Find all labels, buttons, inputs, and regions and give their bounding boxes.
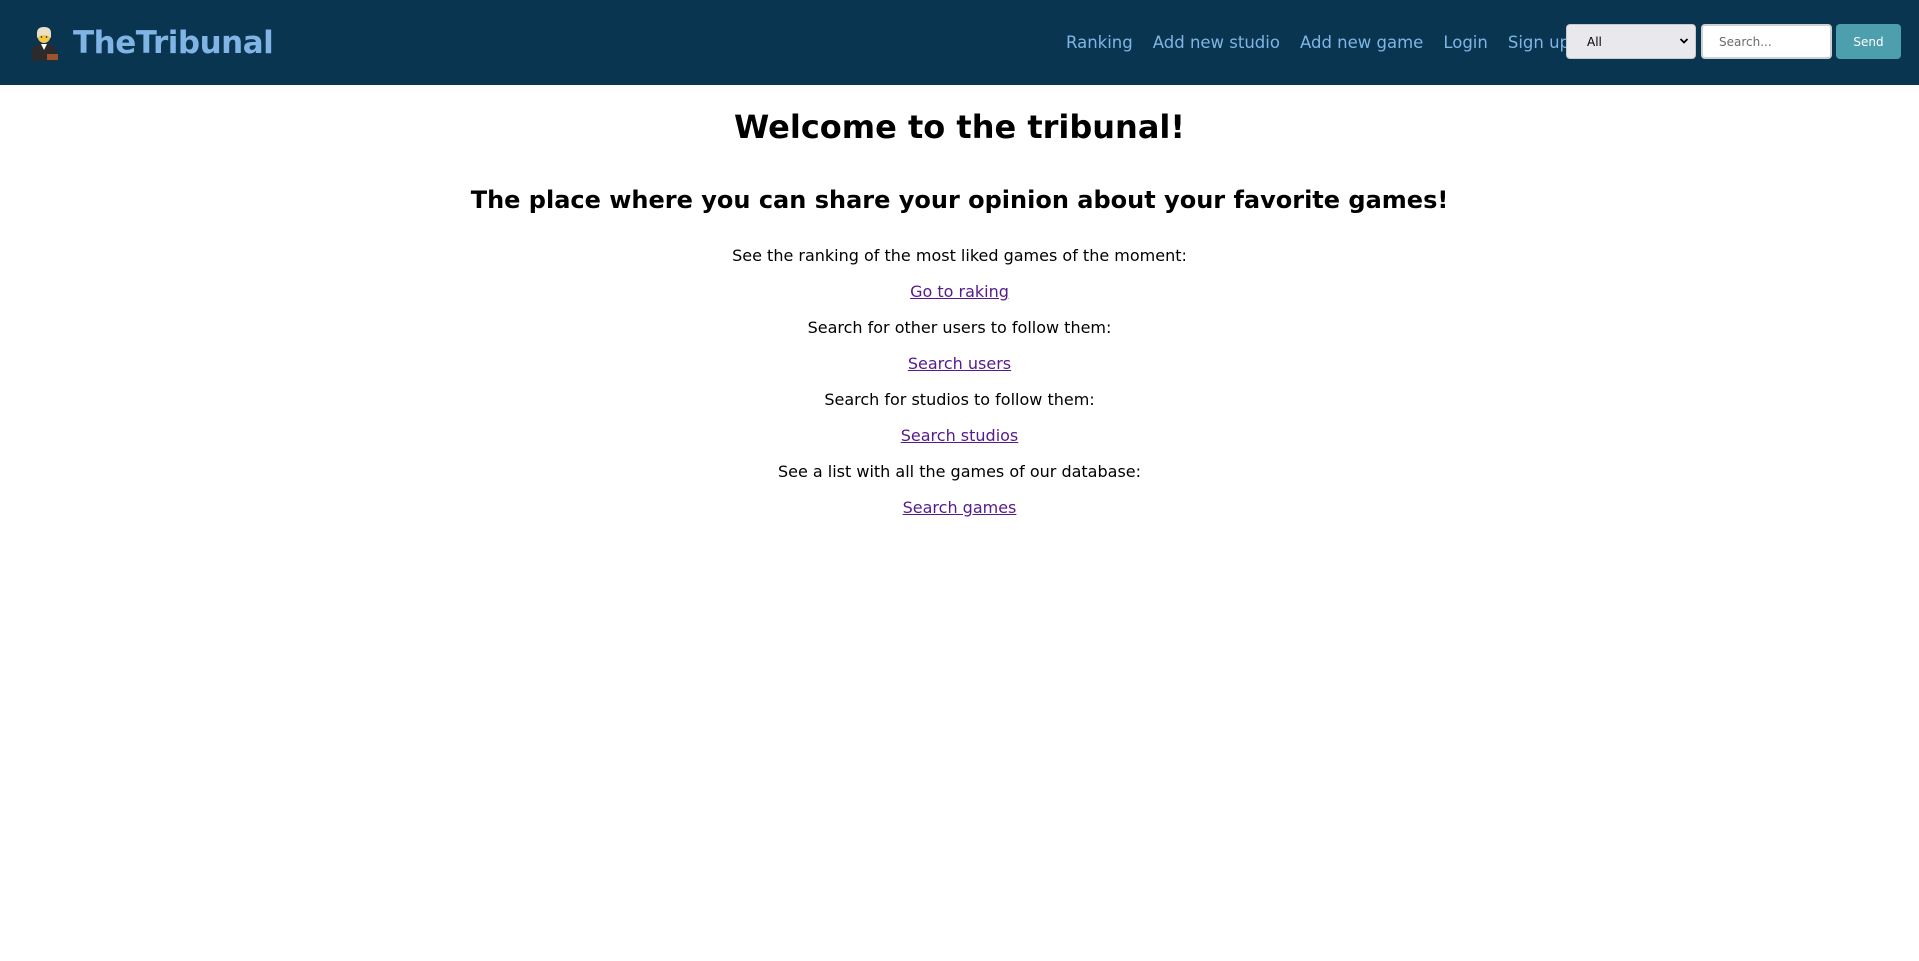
category-select-value: All — [1587, 34, 1602, 49]
users-description: Search for other users to follow them: — [807, 318, 1112, 337]
category-select[interactable]: All — [1566, 24, 1696, 59]
ranking-description: See the ranking of the most liked games … — [732, 246, 1187, 265]
search-form: All Send — [1566, 24, 1901, 59]
main-content: Welcome to the tribunal! The place where… — [0, 85, 1919, 534]
brand-link[interactable]: TheTribunal — [28, 0, 274, 85]
search-users-link[interactable]: Search users — [908, 354, 1011, 374]
chevron-down-icon — [1679, 38, 1689, 44]
nav-links: Ranking Add new studio Add new game Logi… — [1066, 0, 1590, 85]
nav-add-new-game[interactable]: Add new game — [1300, 33, 1423, 52]
nav-sign-up[interactable]: Sign up — [1508, 33, 1570, 52]
games-description: See a list with all the games of our dat… — [777, 462, 1142, 481]
studios-description: Search for studios to follow them: — [824, 390, 1095, 409]
nav-ranking[interactable]: Ranking — [1066, 33, 1133, 52]
sections: See the ranking of the most liked games … — [0, 246, 1919, 534]
nav-add-new-studio[interactable]: Add new studio — [1153, 33, 1280, 52]
brand-name: TheTribunal — [73, 24, 274, 61]
search-studios-link[interactable]: Search studios — [901, 426, 1019, 446]
send-button[interactable]: Send — [1836, 24, 1901, 59]
judge-icon — [32, 26, 58, 61]
search-games-link[interactable]: Search games — [903, 498, 1017, 518]
search-input[interactable] — [1701, 24, 1832, 59]
page-title: Welcome to the tribunal! — [734, 108, 1185, 146]
page-subtitle: The place where you can share your opini… — [470, 186, 1449, 214]
go-to-ranking-link[interactable]: Go to raking — [910, 282, 1009, 302]
navbar: TheTribunal Ranking Add new studio Add n… — [0, 0, 1919, 85]
nav-login[interactable]: Login — [1443, 33, 1488, 52]
